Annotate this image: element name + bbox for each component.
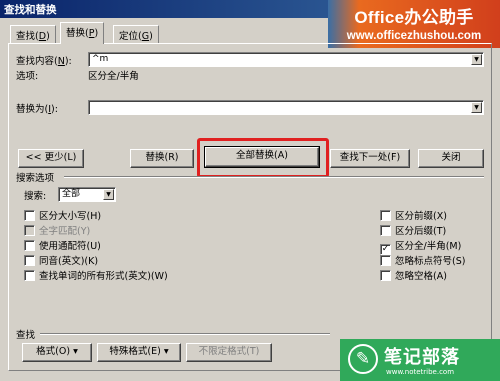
tab-replace-label: 替换 (66, 28, 86, 39)
find-section-divider (40, 333, 330, 335)
whole-word-box[interactable] (24, 225, 35, 236)
ignore-spaces-checkbox[interactable]: 忽略空格(A) (380, 268, 447, 282)
match-case-checkbox[interactable]: 区分大小写(H) (24, 208, 101, 222)
special-format-button[interactable]: 特殊格式(E) ▾ (97, 343, 181, 362)
search-options-divider (64, 176, 484, 178)
replace-input[interactable]: ▼ (88, 100, 484, 115)
sounds-like-checkbox[interactable]: 同音(英文)(K) (24, 253, 98, 267)
less-button[interactable]: << 更少(L) (18, 149, 84, 168)
brand-title: Office办公助手 (354, 8, 474, 27)
match-suffix-box[interactable] (380, 225, 391, 236)
find-value: ^m (92, 54, 109, 64)
search-select-value: 全部 (62, 189, 81, 199)
tab-goto-key: G (141, 31, 150, 42)
match-suffix-checkbox[interactable]: 区分后缀(T) (380, 223, 446, 237)
tab-find-key: D (38, 31, 47, 42)
all-word-forms-checkbox[interactable]: 查找单词的所有形式(英文)(W) (24, 268, 168, 282)
watermark: ✎ 笔记部落 www.notetribe.com (340, 339, 500, 381)
sounds-like-box[interactable] (24, 255, 35, 266)
no-format-button[interactable]: 不限定格式(T) (186, 343, 272, 362)
ignore-punctuation-box[interactable] (380, 255, 391, 266)
brand-banner: Office办公助手 www.officezhushou.com (328, 0, 500, 48)
wildcards-checkbox[interactable]: 使用通配符(U) (24, 238, 101, 252)
options-value: 区分全/半角 (88, 71, 139, 82)
ignore-punctuation-checkbox[interactable]: 忽略标点符号(S) (380, 253, 465, 267)
find-label: 查找内容(N): (16, 56, 72, 67)
replace-dropdown-icon[interactable]: ▼ (471, 102, 482, 113)
ignore-spaces-box[interactable] (380, 270, 391, 281)
replace-label: 替换为(I): (16, 104, 58, 115)
replace-panel (8, 43, 492, 371)
wildcards-box[interactable] (24, 240, 35, 251)
tab-replace[interactable]: 替换(P) (60, 22, 105, 44)
brand-url: www.officezhushou.com (346, 30, 482, 42)
watermark-url: www.notetribe.com (386, 368, 455, 376)
format-button[interactable]: 格式(O) ▾ (22, 343, 92, 362)
all-word-forms-box[interactable] (24, 270, 35, 281)
highlight-box (197, 138, 329, 178)
search-dropdown-icon[interactable]: ▼ (103, 189, 114, 200)
tab-find-label: 查找 (16, 31, 36, 42)
find-section-title: 查找 (16, 330, 36, 341)
find-dropdown-icon[interactable]: ▼ (471, 54, 482, 65)
close-button[interactable]: 关闭 (418, 149, 484, 168)
find-input[interactable]: ^m ▼ (88, 52, 484, 67)
find-next-button[interactable]: 查找下一处(F) (330, 149, 410, 168)
replace-button[interactable]: 替换(R) (130, 149, 194, 168)
whole-word-checkbox[interactable]: 全字匹配(Y) (24, 223, 90, 237)
search-label: 搜索: (24, 191, 47, 202)
leaf-icon: ✎ (348, 344, 378, 374)
match-prefix-checkbox[interactable]: 区分前缀(X) (380, 208, 447, 222)
match-case-box[interactable] (24, 210, 35, 221)
options-label: 选项: (16, 71, 39, 82)
watermark-title: 笔记部落 (384, 347, 460, 368)
search-options-title: 搜索选项 (16, 173, 55, 184)
match-prefix-box[interactable] (380, 210, 391, 221)
tab-goto[interactable]: 定位(G) (113, 25, 159, 43)
tab-replace-key: P (88, 28, 95, 39)
tab-goto-label: 定位 (119, 31, 139, 42)
search-select[interactable]: 全部 ▼ (58, 187, 116, 202)
tab-find[interactable]: 查找(D) (10, 25, 56, 43)
